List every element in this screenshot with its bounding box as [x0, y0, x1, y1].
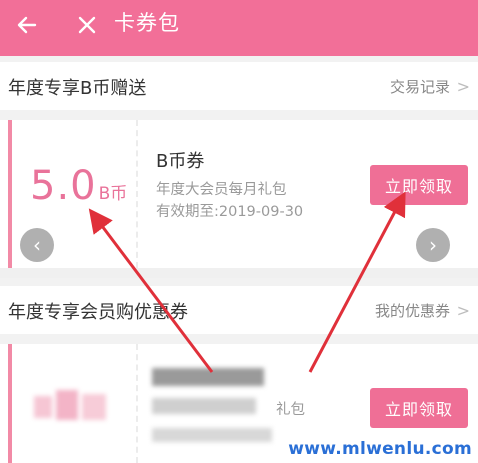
my-coupons-link[interactable]: 我的优惠券 — [375, 300, 450, 321]
coupon-validity: 有效期至:2019-09-30 — [156, 204, 304, 220]
page-title: 卡券包 — [114, 11, 180, 35]
close-button[interactable] — [70, 8, 104, 42]
watermark: www.mlwenlu.com — [288, 439, 472, 459]
app-header: 卡券包 — [0, 0, 478, 56]
section-divider — [0, 268, 478, 278]
section-member-coupon-header: 年度专享会员购优惠券 我的优惠券 > — [0, 286, 478, 334]
arrow-left-icon — [17, 16, 37, 34]
next-arrow-button[interactable]: › — [416, 228, 450, 262]
coupon-info: B币券 年度大会员每月礼包 有效期至:2019-09-30 — [156, 147, 303, 223]
claim-button-member[interactable]: 立即领取 — [370, 388, 468, 428]
coupon-amount-value: 5.0 — [30, 163, 97, 209]
prev-arrow-button[interactable]: ‹ — [20, 228, 54, 262]
coupon-amount-unit: B币 — [98, 184, 128, 204]
coupon-amount: 5.0 B币 — [30, 163, 127, 209]
chevron-right-icon[interactable]: > — [457, 77, 470, 96]
chevron-left-icon: ‹ — [33, 233, 41, 257]
section-b-coin-header: 年度专享B币赠送 交易记录 > — [0, 62, 478, 110]
coupon-divider — [136, 120, 138, 268]
blurred-amount — [34, 390, 108, 422]
blurred-coupon-info — [152, 368, 274, 458]
coupon-accent-bar — [8, 344, 12, 463]
chevron-right-icon[interactable]: > — [457, 301, 470, 320]
coupon-name: B币券 — [156, 151, 205, 172]
coupon-accent-bar — [8, 120, 12, 268]
coupon-card-b-coin: 5.0 B币 B币券 年度大会员每月礼包 有效期至:2019-09-30 立即领取… — [0, 120, 478, 268]
close-icon — [78, 16, 96, 34]
section-title: 年度专享B币赠送 — [8, 78, 147, 99]
section-title: 年度专享会员购优惠券 — [8, 302, 188, 323]
transaction-record-link[interactable]: 交易记录 — [390, 76, 450, 97]
claim-button-b-coin[interactable]: 立即领取 — [370, 165, 468, 205]
coupon-description: 年度大会员每月礼包 — [156, 182, 287, 198]
chevron-right-icon: › — [429, 233, 437, 257]
coupon-description-partial: 礼包 — [276, 402, 305, 418]
coupon-divider — [136, 344, 138, 463]
back-button[interactable] — [10, 8, 44, 42]
